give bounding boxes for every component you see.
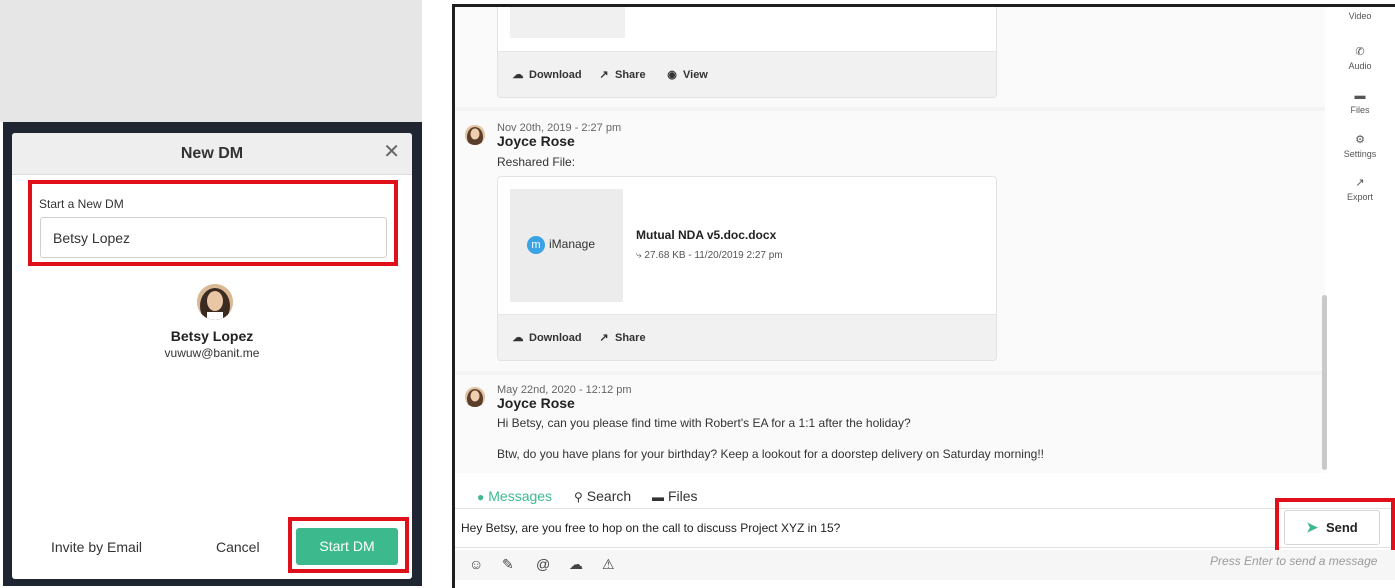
tab-search[interactable]: ⚲ Search xyxy=(574,488,631,504)
share-button[interactable]: ↗ Share xyxy=(597,331,645,344)
highlight-box-recipient xyxy=(28,180,398,266)
view-button[interactable]: ◉ View xyxy=(665,68,708,81)
folder-icon: ▬ xyxy=(652,490,664,504)
folder-icon: ▬ xyxy=(1354,90,1366,102)
modal-header: New DM ✕ xyxy=(12,133,412,175)
download-button[interactable]: ☁ Download xyxy=(511,68,582,81)
message-item: May 22nd, 2020 - 12:12 pm Joyce Rose Hi … xyxy=(455,375,1325,473)
highlight-box-start-dm xyxy=(288,517,409,573)
conversation-sidebar xyxy=(1327,7,1395,485)
cloud-upload-icon[interactable]: ☁ xyxy=(569,556,583,573)
pencil-icon[interactable]: ✎ xyxy=(502,556,514,573)
cloud-download-icon: ☁ xyxy=(512,69,524,81)
message-text: Reshared File: xyxy=(497,155,576,169)
message-item: Nov 20th, 2019 - 2:27 pm Joyce Rose Resh… xyxy=(455,111,1325,371)
file-actions: ☁ Download ↗ Share ◉ View xyxy=(498,51,996,97)
message-input[interactable] xyxy=(461,514,1271,542)
sidebar-item-video[interactable]: Video xyxy=(1328,8,1392,21)
highlight-box-send xyxy=(1275,498,1395,554)
chat-bubble-icon: ● xyxy=(477,490,485,504)
mention-icon[interactable]: @ xyxy=(536,556,550,572)
tab-messages[interactable]: ● Messages xyxy=(477,488,552,504)
emoji-icon[interactable]: ☺ xyxy=(469,556,483,572)
avatar xyxy=(465,125,485,145)
phone-icon: ✆ xyxy=(1355,46,1365,58)
sidebar-item-export[interactable]: ↗ Export xyxy=(1328,177,1392,202)
file-preview: m iManage xyxy=(510,189,623,302)
imanage-logo-icon: m xyxy=(527,236,545,254)
modal-title: New DM xyxy=(180,145,244,162)
message-text: Btw, do you have plans for your birthday… xyxy=(497,447,1044,461)
contact-email: vuwuw@banit.me xyxy=(164,346,260,360)
gear-icon: ⚙ xyxy=(1355,134,1365,146)
tab-files[interactable]: ▬ Files xyxy=(652,488,698,504)
composer-hint: Press Enter to send a message xyxy=(1210,554,1378,568)
file-preview xyxy=(510,7,625,38)
file-card: ☁ Download ↗ Share ◉ View xyxy=(497,7,997,98)
file-actions: ☁ Download ↗ Share xyxy=(498,314,996,360)
search-icon: ⚲ xyxy=(574,490,583,504)
invite-by-email-button[interactable]: Invite by Email xyxy=(51,539,142,555)
cloud-download-icon: ☁ xyxy=(512,332,524,344)
imanage-logo-text: iManage xyxy=(549,237,596,251)
cancel-button[interactable]: Cancel xyxy=(216,539,260,555)
warning-icon[interactable]: ⚠ xyxy=(602,556,615,573)
file-card: m iManage Mutual NDA v5.doc.docx ⤷ 27.68… xyxy=(497,176,997,361)
share-icon: ↗ xyxy=(599,332,609,344)
share-icon: ↗ xyxy=(599,69,609,81)
share-button[interactable]: ↗ Share xyxy=(597,68,645,81)
sidebar-item-files[interactable]: ▬ Files xyxy=(1328,90,1392,115)
avatar xyxy=(465,387,485,407)
download-button[interactable]: ☁ Download xyxy=(511,331,582,344)
message-author: Joyce Rose xyxy=(497,133,575,149)
sidebar-item-settings[interactable]: ⚙ Settings xyxy=(1328,134,1392,159)
contact-name: Betsy Lopez xyxy=(170,328,254,344)
message-item: ☁ Download ↗ Share ◉ View xyxy=(455,7,1325,107)
avatar xyxy=(197,284,233,320)
close-icon[interactable]: ✕ xyxy=(383,142,400,162)
sidebar-item-audio[interactable]: ✆ Audio xyxy=(1328,46,1392,71)
message-text: Hi Betsy, can you please find time with … xyxy=(497,416,911,430)
file-meta: ⤷ 27.68 KB - 11/20/2019 2:27 pm xyxy=(636,250,783,261)
export-icon: ↗ xyxy=(1355,177,1365,189)
dimmed-background xyxy=(0,0,422,122)
message-author: Joyce Rose xyxy=(497,395,575,411)
message-list: ☁ Download ↗ Share ◉ View Nov 20th, 2019 - … xyxy=(455,7,1325,473)
file-name[interactable]: Mutual NDA v5.doc.docx xyxy=(636,228,776,242)
eye-icon: ◉ xyxy=(667,69,677,81)
